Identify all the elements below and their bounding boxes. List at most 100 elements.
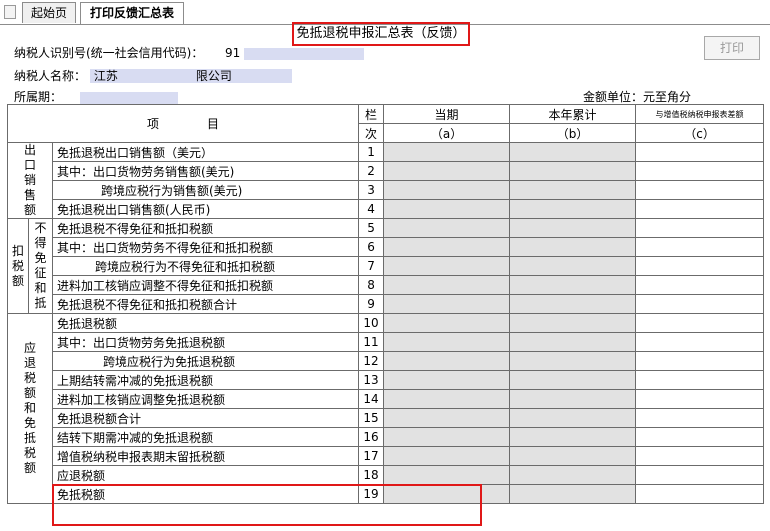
diff-cell[interactable] bbox=[635, 218, 765, 238]
print-button[interactable]: 打印 bbox=[704, 36, 760, 60]
table-row: 上期结转需冲减的免抵退税额 13 bbox=[8, 370, 765, 390]
current-cell[interactable] bbox=[383, 427, 511, 447]
table-row: 增值税纳税申报表期末留抵税额 17 bbox=[8, 446, 765, 466]
current-cell[interactable] bbox=[383, 142, 511, 162]
cumulative-cell[interactable] bbox=[509, 199, 637, 219]
taxpayer-id-redaction bbox=[244, 47, 365, 60]
current-cell[interactable] bbox=[383, 446, 511, 466]
row-number: 7 bbox=[358, 256, 385, 276]
row-label: 免抵退税额 bbox=[51, 313, 360, 333]
row-label: 跨境应税行为免抵退税额 bbox=[51, 351, 360, 371]
row-number: 4 bbox=[358, 199, 385, 219]
diff-cell[interactable] bbox=[635, 389, 765, 409]
cumulative-cell[interactable] bbox=[509, 294, 637, 314]
current-cell[interactable] bbox=[383, 465, 511, 485]
cumulative-cell[interactable] bbox=[509, 218, 637, 238]
diff-cell[interactable] bbox=[635, 408, 765, 428]
cumulative-cell[interactable] bbox=[509, 484, 637, 504]
current-cell[interactable] bbox=[383, 294, 511, 314]
summary-table: 项 目 栏 当期 本年累计 与增值税纳税申报表差额 次 （a） （b） （c） … bbox=[6, 104, 765, 504]
current-cell[interactable] bbox=[383, 332, 511, 352]
row-label: 跨境应税行为不得免征和抵扣税额 bbox=[51, 256, 360, 276]
table-row: 进料加工核销应调整不得免征和抵扣税额 8 bbox=[8, 275, 765, 295]
header-cumulative: 本年累计 bbox=[509, 104, 637, 124]
current-cell[interactable] bbox=[383, 370, 511, 390]
cumulative-cell[interactable] bbox=[509, 142, 637, 162]
cumulative-cell[interactable] bbox=[509, 465, 637, 485]
period-line: 所属期： bbox=[14, 88, 178, 105]
current-cell[interactable] bbox=[383, 275, 511, 295]
row-label: 其中：出口货物劳务不得免征和抵扣税额 bbox=[51, 237, 360, 257]
current-cell[interactable] bbox=[383, 218, 511, 238]
tab-scroll-left-icon[interactable] bbox=[4, 5, 16, 19]
cumulative-cell[interactable] bbox=[509, 427, 637, 447]
current-cell[interactable] bbox=[383, 313, 511, 333]
header-cumulative-sub: （b） bbox=[509, 123, 637, 143]
diff-cell[interactable] bbox=[635, 332, 765, 352]
cumulative-cell[interactable] bbox=[509, 256, 637, 276]
current-cell[interactable] bbox=[383, 161, 511, 181]
cumulative-cell[interactable] bbox=[509, 351, 637, 371]
cumulative-cell[interactable] bbox=[509, 161, 637, 181]
cumulative-cell[interactable] bbox=[509, 408, 637, 428]
diff-cell[interactable] bbox=[635, 294, 765, 314]
section-export-sales: 出口销售额 bbox=[7, 142, 53, 219]
table-row: 扣税额 不得免征和抵 免抵退税不得免征和抵扣税额 5 bbox=[7, 218, 765, 314]
diff-cell[interactable] bbox=[635, 313, 765, 333]
current-cell[interactable] bbox=[383, 237, 511, 257]
cumulative-cell[interactable] bbox=[509, 237, 637, 257]
header-current: 当期 bbox=[383, 104, 511, 124]
header-lan: 栏 bbox=[358, 104, 385, 124]
diff-cell[interactable] bbox=[635, 484, 765, 504]
cumulative-cell[interactable] bbox=[509, 180, 637, 200]
diff-cell[interactable] bbox=[635, 142, 765, 162]
table-row: 免抵退税不得免征和抵扣税额合计 9 bbox=[8, 294, 765, 314]
cumulative-cell[interactable] bbox=[509, 370, 637, 390]
amount-unit: 金额单位：元至角分 bbox=[583, 90, 692, 104]
taxpayer-name-field: 江苏 限公司 bbox=[89, 69, 292, 83]
diff-cell[interactable] bbox=[635, 465, 765, 485]
diff-cell[interactable] bbox=[635, 427, 765, 447]
table-row: 出口销售额 免抵退税出口销售额（美元） 1 bbox=[7, 142, 765, 219]
diff-cell[interactable] bbox=[635, 351, 765, 371]
row-number: 9 bbox=[358, 294, 385, 314]
taxpayer-id-value: 91 bbox=[225, 46, 241, 60]
row-number: 5 bbox=[358, 218, 385, 238]
diff-cell[interactable] bbox=[635, 237, 765, 257]
row-label: 其中：出口货物劳务免抵退税额 bbox=[51, 332, 360, 352]
current-cell[interactable] bbox=[383, 389, 511, 409]
diff-cell[interactable] bbox=[635, 370, 765, 390]
diff-cell[interactable] bbox=[635, 161, 765, 181]
diff-cell[interactable] bbox=[635, 199, 765, 219]
row-label: 进料加工核销应调整不得免征和抵扣税额 bbox=[51, 275, 360, 295]
current-cell[interactable] bbox=[383, 256, 511, 276]
row-label: 应退税额 bbox=[51, 465, 360, 485]
section-no-deduct-b: 不得免征和抵 bbox=[28, 218, 53, 314]
section-no-deduct-a: 扣税额 bbox=[7, 218, 29, 314]
current-cell[interactable] bbox=[383, 408, 511, 428]
diff-cell[interactable] bbox=[635, 180, 765, 200]
diff-cell[interactable] bbox=[635, 446, 765, 466]
cumulative-cell[interactable] bbox=[509, 389, 637, 409]
diff-cell[interactable] bbox=[635, 275, 765, 295]
row-label: 上期结转需冲减的免抵退税额 bbox=[51, 370, 360, 390]
table-row: 其中：出口货物劳务销售额(美元) 2 bbox=[8, 161, 765, 181]
cumulative-cell[interactable] bbox=[509, 275, 637, 295]
current-cell[interactable] bbox=[383, 180, 511, 200]
tab-home[interactable]: 起始页 bbox=[22, 2, 76, 23]
cumulative-cell[interactable] bbox=[509, 332, 637, 352]
highlight-box bbox=[52, 484, 482, 526]
diff-cell[interactable] bbox=[635, 256, 765, 276]
row-label: 免抵退税不得免征和抵扣税额合计 bbox=[51, 294, 360, 314]
cumulative-cell[interactable] bbox=[509, 446, 637, 466]
row-label: 其中：出口货物劳务销售额(美元) bbox=[51, 161, 360, 181]
cumulative-cell[interactable] bbox=[509, 313, 637, 333]
row-number: 14 bbox=[358, 389, 385, 409]
table-row: 应退税额 18 bbox=[8, 465, 765, 485]
row-label: 免抵退税出口销售额（美元） bbox=[51, 142, 360, 162]
current-cell[interactable] bbox=[383, 351, 511, 371]
current-cell[interactable] bbox=[383, 199, 511, 219]
taxpayer-name-line: 纳税人名称： 江苏 限公司 bbox=[14, 67, 292, 84]
tab-print-feedback-summary[interactable]: 打印反馈汇总表 bbox=[80, 2, 184, 24]
period-redaction bbox=[79, 91, 178, 104]
